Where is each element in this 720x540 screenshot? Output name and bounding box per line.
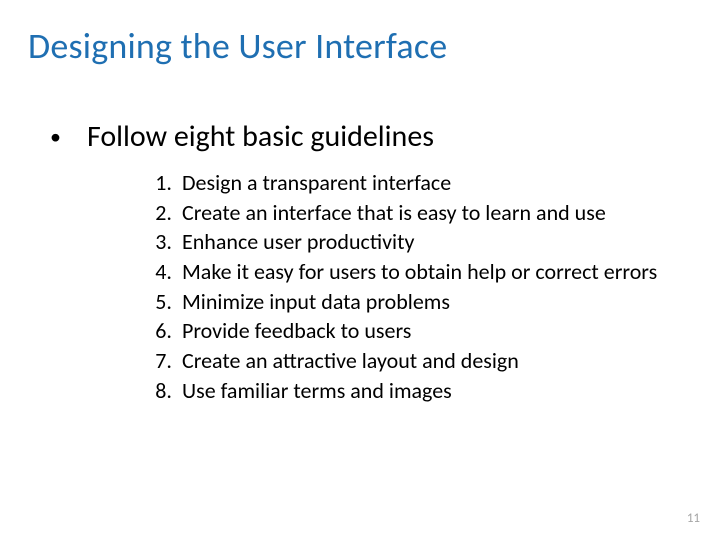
bullet-icon: • bbox=[50, 126, 61, 148]
list-item: 6. Provide feedback to users bbox=[138, 316, 658, 346]
list-number: 7. bbox=[138, 346, 182, 376]
list-number: 5. bbox=[138, 287, 182, 317]
slide-title: Designing the User Interface bbox=[28, 24, 447, 68]
list-number: 1. bbox=[138, 168, 182, 198]
list-text: Enhance user productivity bbox=[182, 227, 658, 257]
page-number: 11 bbox=[687, 511, 700, 526]
list-number: 3. bbox=[138, 227, 182, 257]
list-item: 7. Create an attractive layout and desig… bbox=[138, 346, 658, 376]
list-text: Design a transparent interface bbox=[182, 168, 658, 198]
list-text: Use familiar terms and images bbox=[182, 376, 658, 406]
list-number: 4. bbox=[138, 257, 182, 287]
list-text: Create an interface that is easy to lear… bbox=[182, 198, 658, 228]
bullet-text: Follow eight basic guidelines bbox=[87, 118, 434, 155]
bullet-item: • Follow eight basic guidelines bbox=[50, 118, 434, 155]
list-text: Make it easy for users to obtain help or… bbox=[182, 257, 658, 287]
list-text: Minimize input data problems bbox=[182, 287, 658, 317]
list-text: Provide feedback to users bbox=[182, 316, 658, 346]
list-item: 1. Design a transparent interface bbox=[138, 168, 658, 198]
list-item: 2. Create an interface that is easy to l… bbox=[138, 198, 658, 228]
list-number: 2. bbox=[138, 198, 182, 228]
list-item: 8. Use familiar terms and images bbox=[138, 376, 658, 406]
numbered-list: 1. Design a transparent interface 2. Cre… bbox=[138, 168, 658, 406]
slide: Designing the User Interface • Follow ei… bbox=[0, 0, 720, 540]
list-item: 5. Minimize input data problems bbox=[138, 287, 658, 317]
list-number: 6. bbox=[138, 316, 182, 346]
list-text: Create an attractive layout and design bbox=[182, 346, 658, 376]
list-item: 4. Make it easy for users to obtain help… bbox=[138, 257, 658, 287]
list-number: 8. bbox=[138, 376, 182, 406]
list-item: 3. Enhance user productivity bbox=[138, 227, 658, 257]
